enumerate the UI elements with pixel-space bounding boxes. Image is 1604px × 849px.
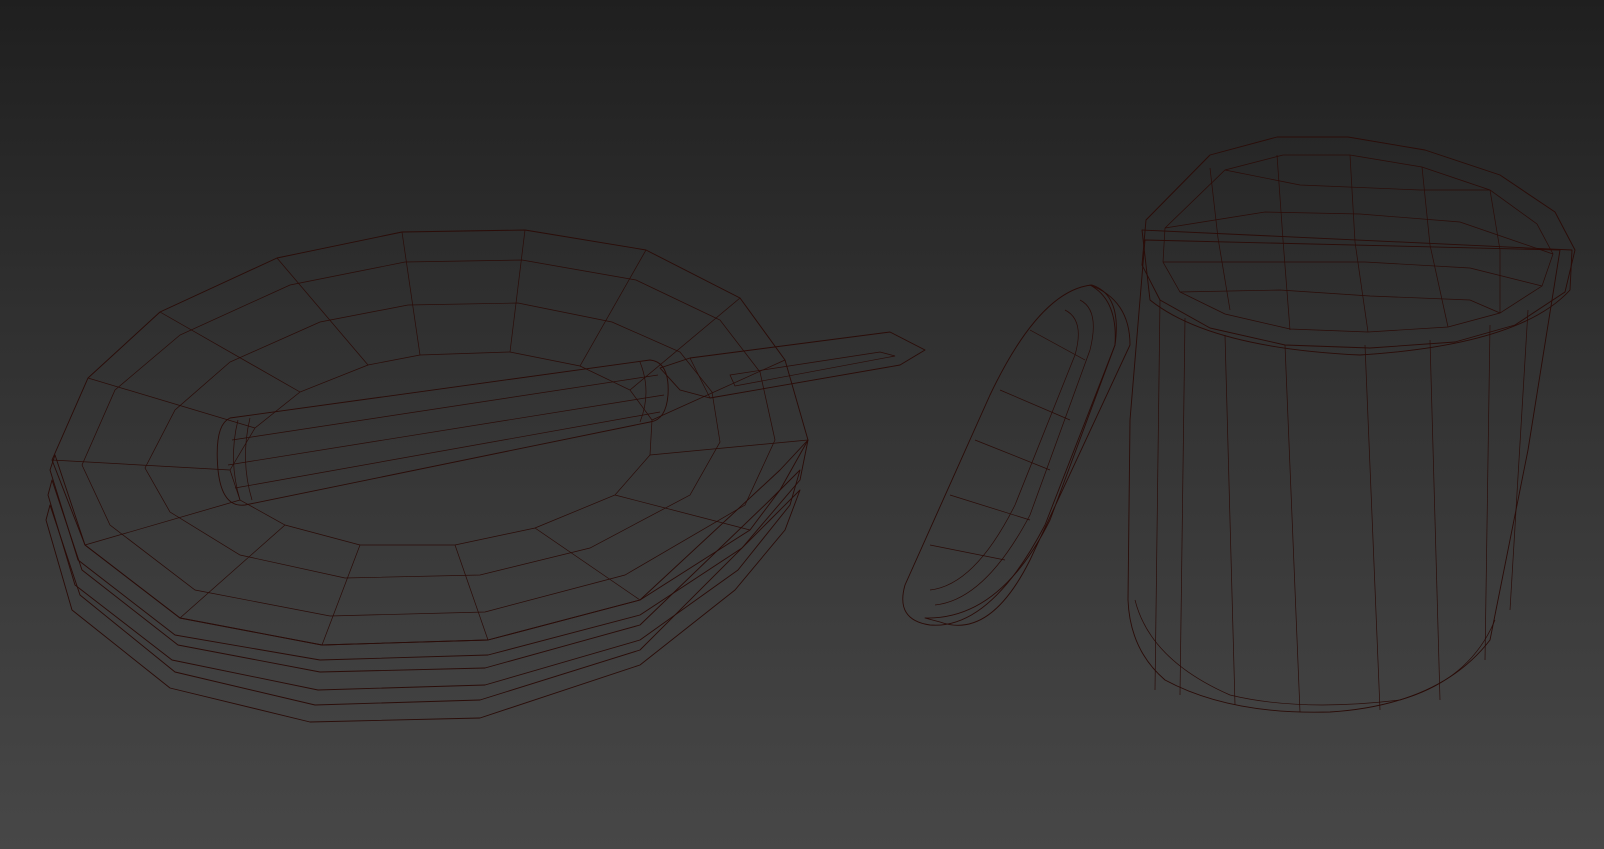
jar-lid-top[interactable] <box>1141 136 1576 349</box>
3d-viewport[interactable] <box>0 0 1604 849</box>
loose-lid-rim <box>924 284 1131 626</box>
knife-handle[interactable] <box>216 359 669 506</box>
plate-top-rim <box>49 439 809 661</box>
scene-render <box>45 136 1576 723</box>
knife-blade[interactable] <box>659 331 926 399</box>
knife[interactable] <box>216 331 926 506</box>
loose-lid[interactable] <box>902 284 1131 626</box>
loose-lid-face <box>902 284 1117 626</box>
plate-top[interactable] <box>51 229 809 646</box>
jar[interactable] <box>1127 136 1576 713</box>
plate-stack[interactable] <box>45 229 809 723</box>
